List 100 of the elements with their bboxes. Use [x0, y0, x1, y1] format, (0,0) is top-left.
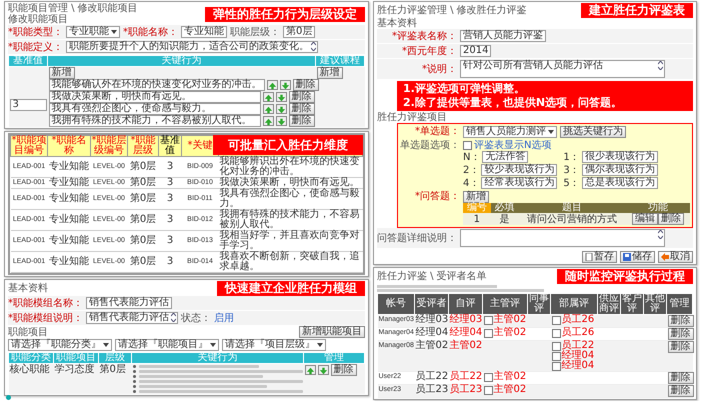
input-field[interactable]: 2014	[460, 45, 492, 57]
checkbox[interactable]	[552, 352, 560, 360]
text-area[interactable]: 销售代表能力评估	[86, 312, 178, 324]
action-button[interactable]: 储存	[620, 251, 655, 263]
reviewer-link[interactable]: 经理03	[448, 314, 482, 328]
option-key: 5：	[563, 178, 580, 188]
reviewer-link[interactable]: 员工26	[562, 328, 594, 338]
table-cell: 3	[158, 178, 182, 188]
reviewer-link[interactable]: 经理04	[562, 361, 594, 371]
text-area[interactable]: 我具有强烈企图心，使命感与毅力。	[48, 103, 260, 115]
move-down-button[interactable]	[276, 104, 286, 114]
input-field[interactable]: 总是表现该行为	[582, 177, 658, 189]
column-header: 基准值	[158, 136, 182, 156]
move-down-button[interactable]	[318, 365, 328, 375]
column-header: *职能项目编号	[10, 136, 48, 156]
field-label: *说明：	[421, 64, 457, 74]
input-field[interactable]: 3	[10, 99, 46, 111]
text-area[interactable]: 我做决策果断，明快而有远见。	[48, 91, 260, 103]
delete-button[interactable]: 删除	[658, 213, 684, 225]
field-label: *职能类型：	[8, 26, 63, 38]
text-area[interactable]: 职能所要提升个人的知识能力，适合公司的政策变化。	[66, 41, 318, 53]
caret-icon	[103, 343, 109, 347]
input-field[interactable]: 第0层	[283, 26, 316, 38]
move-down-button[interactable]	[280, 80, 290, 90]
column-header: 部属评	[550, 294, 598, 314]
delete-button[interactable]: 删除	[668, 372, 694, 384]
table-cell: 我能够辨识出外在环境的快速变化对业务的冲击。	[218, 156, 362, 178]
reviewer-link[interactable]: 主管02	[494, 328, 526, 338]
add-button[interactable]: 新增	[316, 67, 342, 79]
add-button[interactable]: 新增	[48, 67, 74, 79]
breadcrumb: 胜任力评鉴 \ 受评者名单	[377, 271, 487, 282]
select-field[interactable]: 专业职能	[66, 26, 120, 38]
action-button[interactable]: 暂存	[582, 251, 617, 263]
text-area[interactable]: 我拥有特殊的技术能力，不容易被别人取代。	[48, 115, 260, 127]
move-up-button[interactable]	[266, 80, 278, 90]
delete-button[interactable]: 删除	[288, 91, 314, 103]
scroll-arrows-icon	[658, 230, 663, 239]
checkbox[interactable]	[552, 362, 560, 370]
reviewer-link[interactable]: 主管02	[494, 372, 526, 382]
input-field[interactable]: 营销人员能力评鉴	[460, 30, 546, 42]
move-down-button[interactable]	[276, 92, 286, 102]
add-button[interactable]: 新增	[463, 191, 489, 203]
pick-button[interactable]: 挑选关键行为	[560, 126, 626, 138]
text-area[interactable]: 针对公司所有营销人员能力评估	[460, 60, 665, 78]
column-header: 主管评	[482, 294, 528, 314]
delete-button[interactable]: 删除	[668, 341, 694, 353]
callout-banner: 随时监控评鉴执行过程	[557, 269, 693, 284]
delete-button[interactable]: 删除	[288, 103, 314, 115]
input-field[interactable]: 经常表现该行为	[481, 177, 558, 189]
option-key: N：	[463, 152, 480, 162]
action-button[interactable]: 取消	[658, 251, 693, 263]
delete-button[interactable]: 删除	[668, 315, 694, 327]
column-header: 题目	[518, 203, 626, 213]
reviewer-link[interactable]: 主管02	[448, 340, 482, 372]
reviewer-link[interactable]: 经理04	[562, 351, 594, 361]
select-field[interactable]: 请选择『职能分类』	[8, 339, 112, 351]
table-cell: 主管02	[414, 340, 448, 372]
reviewer-link[interactable]: 员工22	[562, 341, 594, 351]
checkbox[interactable]	[552, 342, 560, 350]
move-up-button[interactable]	[262, 92, 274, 102]
reviewer-link[interactable]: 员工23	[448, 384, 482, 398]
table-cell: 第0层	[128, 230, 158, 252]
table-cell: 我具有强烈企图心，使命感与毅力。	[218, 188, 362, 210]
column-header: 帐号	[378, 294, 414, 314]
input-field[interactable]: 较少表现该行为	[481, 164, 558, 176]
table-cell: 3	[158, 156, 182, 178]
add-item-button[interactable]: 新增职能项目	[299, 326, 365, 338]
move-up-button[interactable]	[262, 116, 274, 126]
checkbox[interactable]	[484, 316, 492, 324]
delete-button[interactable]: 删除	[330, 364, 356, 376]
delete-button[interactable]: 删除	[288, 115, 314, 127]
text-area[interactable]: 我能够确认外在环境的快速变化对业务的冲击。	[48, 79, 264, 91]
checkbox[interactable]	[484, 386, 492, 394]
select-field[interactable]: 请选择『职能项目』	[115, 339, 219, 351]
table-cell: 第0层	[128, 188, 158, 210]
input-field[interactable]: 很少表现该行为	[582, 151, 658, 163]
input-field[interactable]: 无法作答	[482, 151, 528, 163]
delete-button[interactable]: 删除	[292, 79, 318, 91]
move-down-button[interactable]	[276, 116, 286, 126]
select-field[interactable]: 销售人员能力测评	[463, 126, 557, 138]
bullet-icon	[132, 370, 136, 373]
table-cell: 3	[158, 230, 182, 252]
checkbox[interactable]	[552, 316, 560, 324]
input-field[interactable]: 偶尔表现该行为	[582, 164, 658, 176]
input-field[interactable]: 销售代表能力评估	[86, 297, 172, 309]
delete-button[interactable]: 删除	[668, 385, 694, 397]
text-area[interactable]	[460, 229, 665, 247]
table-cell: 3	[158, 188, 182, 210]
checkbox[interactable]	[552, 328, 560, 338]
checkbox[interactable]	[463, 141, 472, 150]
checkbox[interactable]	[484, 372, 492, 382]
move-up-button[interactable]	[262, 104, 274, 114]
input-field[interactable]: 专业知能	[181, 26, 227, 38]
move-up-button[interactable]	[304, 365, 316, 375]
delete-button[interactable]: 删除	[668, 328, 694, 340]
edit-button[interactable]: 编辑	[632, 213, 658, 225]
breadcrumb: 职能项目管理 \ 修改职能项目	[8, 3, 138, 14]
status-link[interactable]: 启用	[214, 312, 234, 324]
checkbox[interactable]	[484, 328, 492, 338]
select-field[interactable]: 请选择『项目层级』	[222, 339, 326, 351]
